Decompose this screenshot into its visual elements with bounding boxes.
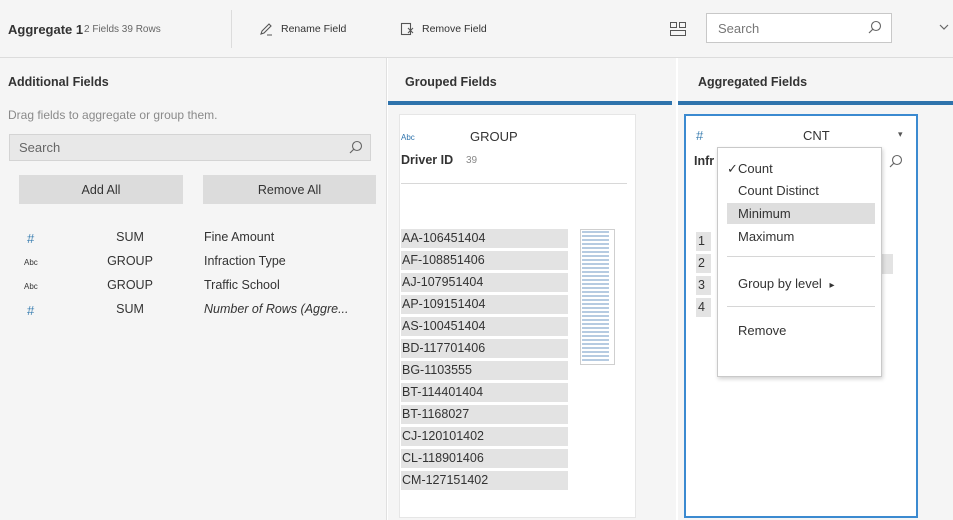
value-item[interactable]: AF-108851406 — [401, 251, 568, 270]
field-count: 39 — [466, 155, 478, 166]
toolbar-divider — [231, 10, 232, 48]
menu-divider — [727, 256, 875, 257]
menu-item-label: Minimum — [738, 206, 791, 221]
toolbar-search[interactable] — [706, 13, 892, 43]
number-type-icon: # — [696, 128, 704, 143]
value-item[interactable]: BD-117701406 — [401, 339, 568, 358]
additional-fields-panel: Additional Fields Drag fields to aggrega… — [0, 58, 387, 520]
number-type-icon: # — [27, 231, 35, 246]
grouped-fields-title: Grouped Fields — [405, 75, 497, 89]
value-item[interactable]: AA-106451404 — [401, 229, 568, 248]
chevron-down-icon[interactable] — [938, 22, 950, 32]
field-row[interactable]: Abc GROUP Traffic School — [0, 278, 387, 296]
remove-field-button[interactable]: Remove Field — [400, 20, 487, 38]
menu-item-label: Group by level — [738, 276, 822, 291]
field-name: Number of Rows (Aggre... — [204, 302, 349, 316]
aggregation-label[interactable]: CNT — [803, 128, 830, 143]
aggregation-label[interactable]: GROUP — [470, 129, 518, 144]
menu-item-label: Maximum — [738, 229, 795, 244]
string-type-icon: Abc — [24, 282, 38, 291]
caret-down-icon[interactable]: ▾ — [898, 129, 903, 140]
search-icon — [868, 20, 882, 34]
value-item[interactable]: BG-1103555 — [401, 361, 568, 380]
aggregation-label[interactable]: GROUP — [85, 278, 175, 292]
menu-item-maximum[interactable]: Maximum — [718, 226, 881, 247]
value-item[interactable]: 3 — [696, 276, 711, 295]
search-icon[interactable] — [889, 154, 903, 168]
value-item[interactable]: CL-118901406 — [401, 449, 568, 468]
field-row[interactable]: Abc GROUP Infraction Type — [0, 254, 387, 272]
menu-item-remove[interactable]: Remove — [718, 320, 881, 341]
value-item[interactable]: BT-1168027 — [401, 405, 568, 424]
pencil-icon — [260, 23, 272, 36]
value-item[interactable]: 4 — [696, 298, 711, 317]
aggregation-label[interactable]: SUM — [85, 230, 175, 244]
menu-item-label: Count Distinct — [738, 183, 819, 198]
value-item[interactable]: AJ-107951404 — [401, 273, 568, 292]
value-item[interactable]: CJ-120101402 — [401, 427, 568, 446]
menu-item-label: Remove — [738, 323, 787, 338]
string-type-icon: Abc — [24, 258, 38, 267]
rename-field-button[interactable]: Rename Field — [259, 20, 346, 38]
value-item[interactable]: BT-114401404 — [401, 383, 568, 402]
menu-item-count[interactable]: ✓Count — [718, 158, 881, 179]
field-name: Driver ID — [401, 153, 454, 167]
menu-item-count-distinct[interactable]: Count Distinct — [718, 180, 881, 201]
aggregation-label[interactable]: GROUP — [85, 254, 175, 268]
menu-item-minimum[interactable]: Minimum — [727, 203, 875, 224]
fields-search-input[interactable] — [10, 135, 310, 160]
submenu-arrow-icon: ▸ — [829, 280, 835, 291]
menu-item-label: Count — [738, 161, 773, 176]
step-title: Aggregate 1 — [8, 22, 84, 37]
grouped-field-card[interactable]: Abc GROUP Driver ID 39 AA-106451404 AF-1… — [399, 114, 636, 518]
distribution-bars — [582, 231, 609, 361]
additional-fields-title: Additional Fields — [8, 75, 109, 89]
aggregated-fields-accent-bar — [678, 101, 953, 105]
field-name: Traffic School — [204, 278, 280, 292]
value-item[interactable]: 1 — [696, 232, 711, 251]
value-item[interactable]: AP-109151404 — [401, 295, 568, 314]
field-name: Infr — [694, 154, 715, 168]
distribution-scrollbar[interactable] — [580, 229, 615, 365]
field-name: Infraction Type — [204, 254, 286, 268]
toolbar-search-input[interactable] — [707, 14, 847, 42]
toolbar: Aggregate 1 2 Fields 39 Rows Rename Fiel… — [0, 0, 953, 58]
grouped-fields-panel: Grouped Fields Abc GROUP Driver ID 39 AA… — [388, 58, 676, 520]
field-row[interactable]: # SUM Number of Rows (Aggre... — [0, 302, 387, 320]
step-meta: 2 Fields 39 Rows — [84, 24, 161, 35]
search-icon — [349, 140, 363, 154]
add-all-button[interactable]: Add All — [19, 175, 183, 204]
number-type-icon: # — [27, 303, 35, 318]
remove-field-icon — [400, 22, 414, 36]
menu-item-group-by-level[interactable]: Group by level ▸ — [718, 273, 881, 294]
value-item[interactable]: AS-100451404 — [401, 317, 568, 336]
remove-field-label: Remove Field — [422, 23, 487, 35]
field-row[interactable]: # SUM Fine Amount — [0, 230, 387, 248]
field-name: Fine Amount — [204, 230, 275, 244]
value-item[interactable]: 2 — [696, 254, 711, 273]
remove-all-button[interactable]: Remove All — [203, 175, 376, 204]
aggregation-menu: ✓Count Count Distinct Minimum Maximum Gr… — [717, 147, 882, 377]
string-type-icon: Abc — [401, 133, 415, 142]
checkmark-icon: ✓ — [727, 161, 738, 176]
aggregated-fields-title: Aggregated Fields — [698, 75, 808, 89]
layout-toggle-icon[interactable] — [670, 22, 686, 36]
rename-field-label: Rename Field — [281, 23, 347, 35]
fields-search[interactable] — [9, 134, 371, 161]
card-divider — [401, 183, 627, 184]
menu-divider — [727, 306, 875, 307]
value-item[interactable]: CM-127151402 — [401, 471, 568, 490]
grouped-fields-accent-bar — [388, 101, 672, 105]
aggregation-label[interactable]: SUM — [85, 302, 175, 316]
additional-fields-hint: Drag fields to aggregate or group them. — [8, 108, 218, 122]
